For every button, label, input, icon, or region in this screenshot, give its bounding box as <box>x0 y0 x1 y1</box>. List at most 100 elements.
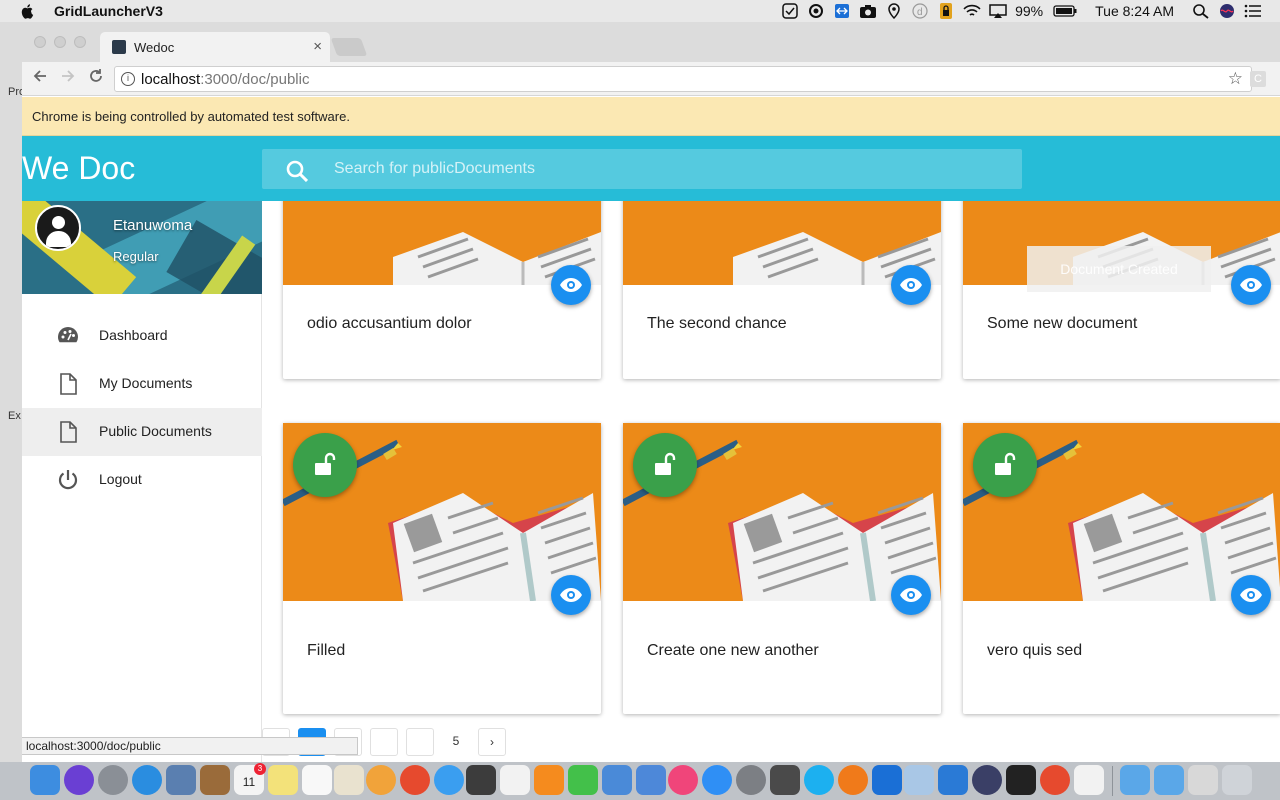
checkmark-tray-icon[interactable] <box>781 3 799 19</box>
battery-percent[interactable]: 99% <box>1015 3 1043 19</box>
keynote-icon[interactable] <box>636 765 666 795</box>
page-button[interactable] <box>370 728 398 756</box>
public-access-button[interactable] <box>633 433 697 497</box>
notes-icon[interactable] <box>268 765 298 795</box>
preview-photo-icon[interactable] <box>334 765 364 795</box>
downloads-folder-icon[interactable] <box>1154 765 1184 795</box>
browser-window: Wedoc × i localhost:3000/doc/public ☆ C … <box>22 22 1280 762</box>
reminders-icon[interactable] <box>302 765 332 795</box>
quicktime-icon[interactable] <box>972 765 1002 795</box>
view-document-button[interactable] <box>891 265 931 305</box>
launchpad-icon[interactable] <box>98 765 128 795</box>
slack-icon[interactable] <box>466 765 496 795</box>
app-brand[interactable]: We Doc <box>22 150 135 187</box>
location-tray-icon[interactable] <box>885 3 903 20</box>
textedit-icon[interactable] <box>500 765 530 795</box>
camera-tray-icon[interactable] <box>859 3 877 19</box>
view-document-button[interactable] <box>891 575 931 615</box>
react-favicon-icon <box>112 40 126 54</box>
finder-icon[interactable] <box>30 765 60 795</box>
airplay-icon[interactable] <box>989 3 1007 19</box>
view-document-button[interactable] <box>551 575 591 615</box>
back-arrow-icon[interactable] <box>32 68 48 89</box>
numbers-icon[interactable] <box>602 765 632 795</box>
document-card[interactable]: Create one new another <box>623 423 941 714</box>
document-card[interactable]: odio accusantium dolor <box>283 201 601 379</box>
window-zoom-button[interactable] <box>74 36 86 48</box>
window-close-button[interactable] <box>34 36 46 48</box>
browser-tab[interactable]: Wedoc × <box>100 32 330 62</box>
vscode-icon[interactable] <box>938 765 968 795</box>
search-input[interactable]: Search for publicDocuments <box>334 160 535 178</box>
eye-icon <box>560 588 582 602</box>
tab-close-icon[interactable]: × <box>313 38 322 55</box>
macos-dock: 11 3 <box>0 762 1280 800</box>
lock-tray-icon[interactable] <box>937 3 955 19</box>
avatar[interactable] <box>35 205 81 251</box>
safari-icon[interactable] <box>132 765 162 795</box>
preview-icon[interactable] <box>166 765 196 795</box>
document-card[interactable]: Filled <box>283 423 601 714</box>
next-page-button[interactable]: › <box>478 728 506 756</box>
teamviewer-icon[interactable] <box>872 765 902 795</box>
app-store-icon[interactable] <box>702 765 732 795</box>
sublime-text-icon[interactable] <box>770 765 800 795</box>
apple-logo-icon[interactable] <box>20 3 36 19</box>
wifi-icon[interactable] <box>963 3 981 19</box>
sidebar-item-logout[interactable]: Logout <box>22 456 262 504</box>
sidebar-item-dashboard[interactable]: Dashboard <box>22 312 262 360</box>
siri-icon[interactable] <box>1218 3 1236 19</box>
firefox-icon[interactable] <box>838 765 868 795</box>
reload-icon[interactable] <box>88 68 104 89</box>
site-info-icon[interactable]: i <box>121 72 135 86</box>
new-tab-button[interactable] <box>330 38 368 56</box>
d-tray-icon[interactable]: d <box>911 3 929 19</box>
search-field[interactable]: Search for publicDocuments <box>262 149 1022 189</box>
chrome-alt-icon[interactable] <box>1040 765 1070 795</box>
itunes-icon[interactable] <box>668 765 698 795</box>
chrome-icon[interactable] <box>400 765 430 795</box>
view-document-button[interactable] <box>551 265 591 305</box>
applications-folder-icon[interactable] <box>1120 765 1150 795</box>
siri-dock-icon[interactable] <box>64 765 94 795</box>
terminal-icon[interactable] <box>1006 765 1036 795</box>
bookmark-star-icon[interactable]: ☆ <box>1228 69 1243 89</box>
view-document-button[interactable] <box>1231 265 1271 305</box>
messages-icon[interactable] <box>434 765 464 795</box>
document-card[interactable]: vero quis sed <box>963 423 1280 714</box>
teamviewer-tray-icon[interactable] <box>833 3 851 19</box>
sidebar-item-label: My Documents <box>99 375 193 391</box>
page-button[interactable] <box>406 728 434 756</box>
screenshot-stack-icon[interactable] <box>1188 765 1218 795</box>
menubar-app-name[interactable]: GridLauncherV3 <box>54 3 163 19</box>
card-title: odio accusantium dolor <box>307 315 472 332</box>
calendar-day: 11 <box>242 775 256 789</box>
notification-center-icon[interactable] <box>1244 3 1262 19</box>
java-icon[interactable] <box>1074 765 1104 795</box>
battery-icon[interactable] <box>1053 3 1077 19</box>
document-card[interactable]: The second chance <box>623 201 941 379</box>
eye-icon <box>560 278 582 292</box>
creative-cloud-icon[interactable] <box>807 3 825 19</box>
ibooks-icon[interactable] <box>534 765 564 795</box>
view-document-button[interactable] <box>1231 575 1271 615</box>
trash-icon[interactable] <box>1222 765 1252 795</box>
forward-arrow-icon[interactable] <box>60 68 76 89</box>
virtualbox-icon[interactable] <box>904 765 934 795</box>
extension-icon[interactable]: C <box>1250 71 1266 87</box>
sidebar-item-my-documents[interactable]: My Documents <box>22 360 262 408</box>
facetime-icon[interactable] <box>568 765 598 795</box>
page-button[interactable]: 5 <box>442 728 470 756</box>
sidebar-item-public-documents[interactable]: Public Documents <box>22 408 262 456</box>
photos-icon[interactable] <box>366 765 396 795</box>
skype-icon[interactable] <box>804 765 834 795</box>
tab-title: Wedoc <box>134 39 175 55</box>
window-minimize-button[interactable] <box>54 36 66 48</box>
system-preferences-icon[interactable] <box>736 765 766 795</box>
address-bar[interactable]: i localhost:3000/doc/public ☆ <box>114 66 1252 92</box>
public-access-button[interactable] <box>293 433 357 497</box>
public-access-button[interactable] <box>973 433 1037 497</box>
spotlight-search-icon[interactable] <box>1192 3 1210 19</box>
contacts-icon[interactable] <box>200 765 230 795</box>
menubar-clock[interactable]: Tue 8:24 AM <box>1095 3 1174 19</box>
